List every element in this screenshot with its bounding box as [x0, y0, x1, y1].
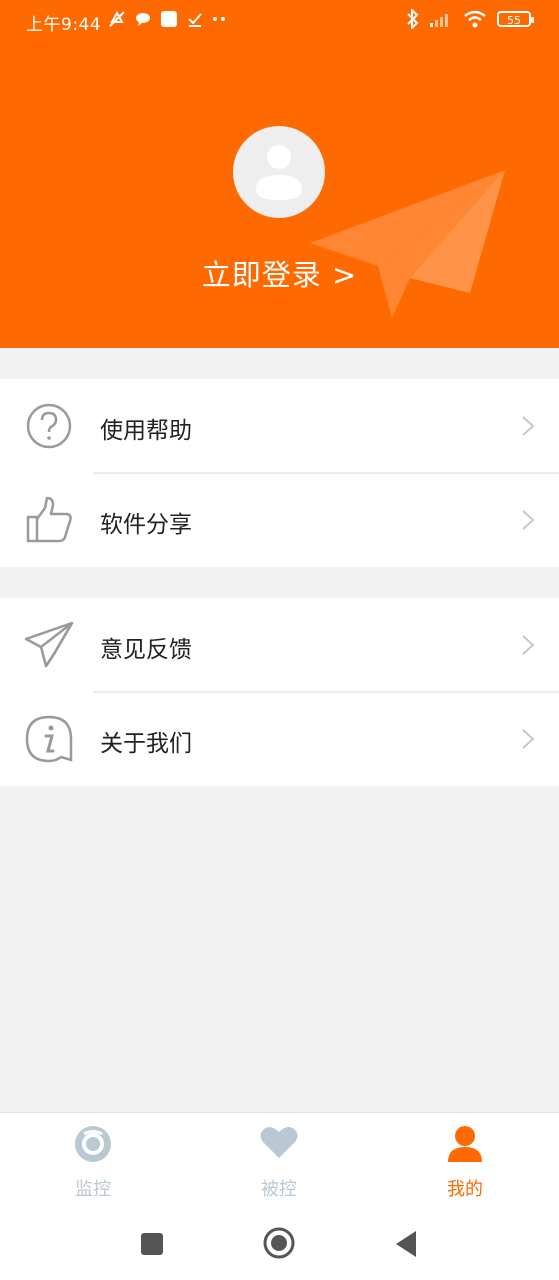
more-dots-icon [213, 17, 225, 21]
menu-item-share[interactable]: 软件分享 [0, 473, 559, 567]
chevron-right-icon [522, 635, 535, 655]
default-avatar-icon [256, 145, 302, 200]
person-icon [448, 1126, 482, 1162]
mute-icon [109, 10, 125, 27]
profile-header: 上午9:44 55 立即登录 > [0, 0, 559, 348]
chevron-right-icon [522, 416, 535, 436]
bottom-tab-bar: 监控 被控 我的 [0, 1112, 559, 1211]
app-icon [161, 11, 177, 27]
thumbs-up-icon [26, 496, 72, 543]
login-link[interactable]: 立即登录 > [0, 252, 559, 294]
task-check-icon [188, 13, 202, 27]
signal-icon [430, 14, 448, 27]
back-icon[interactable] [394, 1230, 418, 1258]
menu-item-help[interactable]: 使用帮助 [0, 379, 559, 473]
menu-item-label: 使用帮助 [100, 418, 192, 444]
bluetooth-icon [407, 9, 419, 29]
status-notification-icons [108, 10, 228, 28]
tab-monitor[interactable]: 监控 [23, 1113, 163, 1211]
chevron-right-icon [522, 729, 535, 749]
tab-controlled[interactable]: 被控 [209, 1113, 349, 1211]
avatar[interactable] [233, 126, 325, 218]
menu-item-feedback[interactable]: 意见反馈 [0, 598, 559, 692]
menu-item-label: 关于我们 [100, 731, 192, 757]
system-navigation-bar [0, 1210, 559, 1280]
battery-indicator: 55 [497, 11, 534, 27]
question-circle-icon [26, 403, 72, 449]
paper-plane-icon [24, 621, 74, 668]
menu-item-about[interactable]: 关于我们 [0, 692, 559, 786]
heart-icon [260, 1126, 298, 1158]
wifi-icon [464, 10, 486, 28]
paper-plane-decoration-icon [310, 170, 505, 318]
chat-icon [136, 13, 150, 26]
tab-label: 我的 [447, 1179, 483, 1200]
tab-mine[interactable]: 我的 [395, 1113, 535, 1211]
home-icon[interactable] [263, 1227, 295, 1259]
camera-eye-icon [75, 1126, 111, 1162]
status-time: 上午9:44 [26, 15, 102, 35]
info-bubble-icon [25, 715, 73, 763]
tab-label: 被控 [261, 1179, 297, 1200]
status-bar: 上午9:44 55 [0, 0, 559, 44]
menu-group-feedback: 意见反馈 关于我们 [0, 598, 559, 786]
menu-item-label: 软件分享 [100, 512, 192, 538]
recent-apps-icon[interactable] [140, 1232, 164, 1256]
tab-label: 监控 [75, 1179, 111, 1200]
status-system-icons: 55 [407, 9, 534, 29]
menu-item-label: 意见反馈 [100, 637, 192, 663]
menu-group-help: 使用帮助 软件分享 [0, 379, 559, 567]
chevron-right-icon [522, 510, 535, 530]
